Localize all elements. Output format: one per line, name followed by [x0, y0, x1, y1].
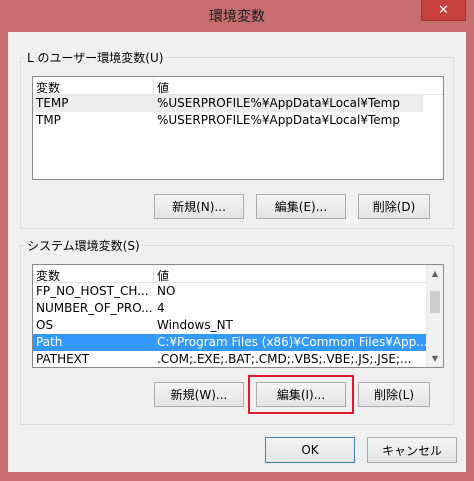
user-new-button[interactable]: 新規(N)... — [154, 194, 244, 219]
system-delete-button[interactable]: 削除(L) — [358, 382, 430, 407]
dialog-client: L のユーザー環境変数(U) 変数 値 TEMP %USERPROFILE%¥A… — [8, 32, 466, 472]
column-header-value[interactable]: 値 — [157, 79, 169, 96]
scroll-up-arrow-icon[interactable]: ▲ — [427, 265, 443, 282]
list-item[interactable]: TMP %USERPROFILE%¥AppData¥Local¥Temp — [33, 112, 423, 129]
list-item-selected[interactable]: Path C:¥Program Files (x86)¥Common Files… — [33, 334, 428, 351]
column-header-variable[interactable]: 変数 — [36, 267, 60, 284]
system-vars-group: システム環境変数(S) 変数 値 FP_NO_HOST_CH... NO NUM… — [20, 237, 454, 425]
variable-value: C:¥Program Files (x86)¥Common Files¥App.… — [157, 335, 428, 349]
system-vars-list[interactable]: 変数 値 FP_NO_HOST_CH... NO NUMBER_OF_PRO..… — [32, 264, 444, 368]
list-item[interactable]: OS Windows_NT — [33, 317, 427, 334]
variable-name: NUMBER_OF_PRO... — [36, 301, 153, 315]
column-divider[interactable] — [153, 265, 154, 282]
close-icon: ✕ — [438, 2, 449, 18]
cancel-button[interactable]: キャンセル — [367, 437, 457, 463]
variable-name: OS — [36, 318, 54, 332]
variable-value: .COM;.EXE;.BAT;.CMD;.VBS;.VBE;.JS;.JSE;.… — [157, 352, 412, 366]
window-title: 環境変数 — [209, 9, 265, 25]
variable-value: 4 — [157, 301, 165, 315]
highlight-box — [248, 375, 354, 414]
user-vars-list[interactable]: 変数 値 TEMP %USERPROFILE%¥AppData¥Local¥Te… — [32, 76, 444, 180]
variable-value: Windows_NT — [157, 318, 233, 332]
list-header: 変数 値 — [33, 265, 443, 283]
variable-name: TMP — [36, 113, 61, 127]
scroll-down-arrow-icon[interactable]: ▼ — [427, 350, 443, 367]
user-vars-label: L のユーザー環境変数(U) — [25, 49, 166, 66]
variable-value: %USERPROFILE%¥AppData¥Local¥Temp — [157, 96, 400, 110]
list-item[interactable]: TEMP %USERPROFILE%¥AppData¥Local¥Temp — [33, 95, 423, 112]
user-edit-button[interactable]: 編集(E)... — [256, 194, 346, 219]
list-item[interactable]: PATHEXT .COM;.EXE;.BAT;.CMD;.VBS;.VBE;.J… — [33, 351, 427, 367]
user-delete-button[interactable]: 削除(D) — [358, 194, 430, 219]
scroll-thumb[interactable] — [430, 291, 440, 313]
variable-name: FP_NO_HOST_CH... — [36, 284, 149, 298]
system-new-button[interactable]: 新規(W)... — [154, 382, 244, 407]
variable-value: %USERPROFILE%¥AppData¥Local¥Temp — [157, 113, 400, 127]
user-vars-group: L のユーザー環境変数(U) 変数 値 TEMP %USERPROFILE%¥A… — [20, 49, 454, 229]
variable-name: PATHEXT — [36, 352, 90, 366]
ok-button[interactable]: OK — [265, 437, 355, 463]
title-bar[interactable]: 環境変数 ✕ — [0, 0, 474, 32]
variable-name: Path — [36, 335, 63, 349]
column-header-variable[interactable]: 変数 — [36, 79, 60, 96]
list-header: 変数 値 — [33, 77, 443, 95]
list-item[interactable]: FP_NO_HOST_CH... NO — [33, 283, 427, 300]
close-button[interactable]: ✕ — [421, 0, 466, 21]
variable-value: NO — [157, 284, 176, 298]
list-item[interactable]: NUMBER_OF_PRO... 4 — [33, 300, 427, 317]
system-vars-label: システム環境変数(S) — [25, 237, 142, 254]
variable-name: TEMP — [36, 96, 69, 110]
column-divider[interactable] — [153, 77, 154, 94]
vertical-scrollbar[interactable]: ▲ ▼ — [426, 265, 443, 367]
column-header-value[interactable]: 値 — [157, 267, 169, 284]
